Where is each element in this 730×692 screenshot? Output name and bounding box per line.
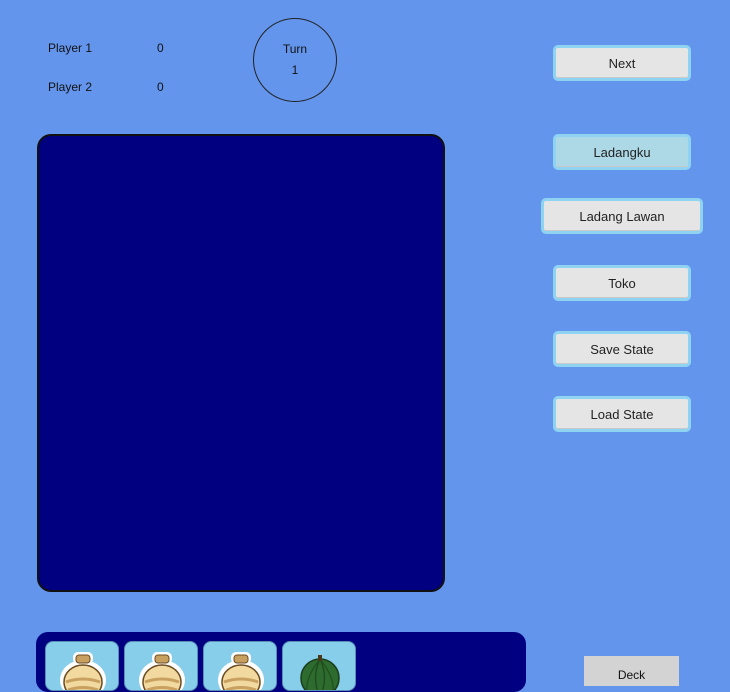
- jar-icon: [60, 652, 106, 690]
- hand-card[interactable]: [282, 641, 356, 691]
- turn-label: Turn: [282, 42, 308, 56]
- game-window: Player 1 0 Player 2 0 Turn 1 Next Ladang…: [0, 0, 730, 692]
- ladangku-button[interactable]: Ladangku: [553, 134, 691, 170]
- player1-label: Player 1: [48, 41, 93, 55]
- next-button[interactable]: Next: [553, 45, 691, 81]
- player2-label: Player 2: [48, 80, 93, 94]
- jar-icon: [218, 652, 264, 690]
- save-state-button[interactable]: Save State: [553, 331, 691, 367]
- ladang-lawan-button[interactable]: Ladang Lawan: [541, 198, 703, 234]
- deck-button[interactable]: Deck: [584, 656, 679, 686]
- hand-card[interactable]: [124, 641, 198, 691]
- player2-score: 0: [157, 80, 164, 94]
- player1-score: 0: [157, 41, 164, 55]
- jar-icon: [139, 652, 185, 690]
- pumpkin-icon: [300, 655, 340, 690]
- turn-value: 1: [291, 63, 299, 77]
- hand-card[interactable]: [203, 641, 277, 691]
- hand-card[interactable]: [45, 641, 119, 691]
- toko-button[interactable]: Toko: [553, 265, 691, 301]
- turn-indicator: Turn 1: [253, 18, 337, 102]
- load-state-button[interactable]: Load State: [553, 396, 691, 432]
- field-grid[interactable]: [37, 134, 445, 592]
